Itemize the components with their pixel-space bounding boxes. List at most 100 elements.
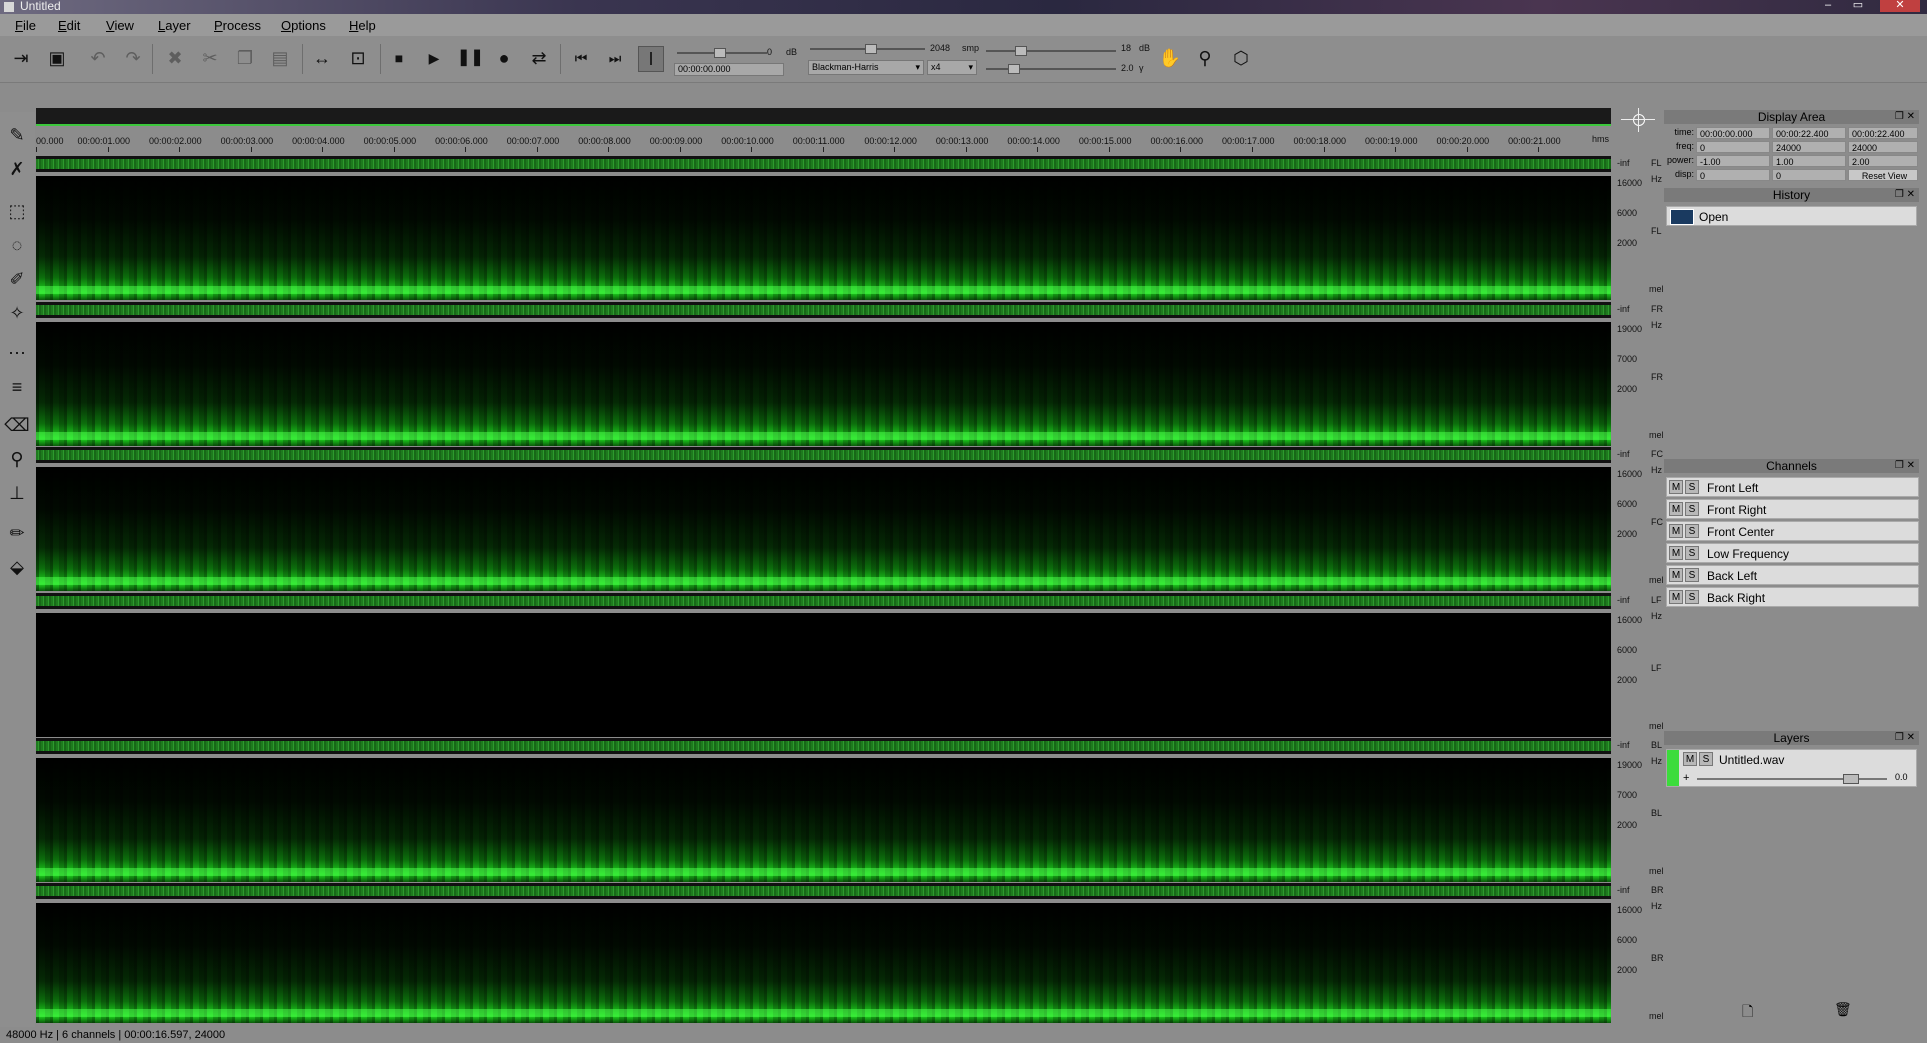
stamp-icon[interactable]: ⊥: [4, 480, 30, 506]
panel-close-icon[interactable]: ❐ ✕: [1895, 731, 1915, 745]
channel-mute-button[interactable]: M: [1669, 590, 1683, 604]
channel-solo-button[interactable]: S: [1685, 502, 1699, 516]
layer-solo-button[interactable]: S: [1699, 752, 1713, 766]
harmonic-select-icon[interactable]: ⋯: [4, 340, 30, 366]
time-zoom-icon[interactable]: ↔: [310, 46, 334, 70]
channel-row[interactable]: M S Back Left: [1666, 565, 1919, 585]
menu-file[interactable]: File: [15, 18, 36, 33]
position-field[interactable]: 00:00:00.000: [674, 63, 784, 76]
stop-icon[interactable]: ■: [387, 46, 411, 70]
time-ruler[interactable]: hms 00.000 00:00:01.000 00:00:02.000 00:00:…: [36, 134, 1611, 152]
channel-solo-button[interactable]: S: [1685, 590, 1699, 604]
waveform-fc[interactable]: [36, 447, 1611, 463]
da-freq-start[interactable]: 0: [1696, 141, 1770, 153]
cursor-tool-icon[interactable]: I: [638, 46, 664, 72]
menu-help[interactable]: Help: [349, 18, 376, 33]
save-icon[interactable]: ▣: [45, 46, 69, 70]
menu-options[interactable]: Options: [281, 18, 326, 33]
da-disp-value-1[interactable]: 0: [1696, 169, 1770, 181]
panel-close-icon[interactable]: ❐ ✕: [1895, 188, 1915, 202]
channel-mute-button[interactable]: M: [1669, 524, 1683, 538]
channel-solo-button[interactable]: S: [1685, 524, 1699, 538]
panel-close-icon[interactable]: ❐ ✕: [1895, 110, 1915, 124]
da-power-end[interactable]: 1.00: [1772, 155, 1846, 167]
da-power-span[interactable]: 2.00: [1848, 155, 1918, 167]
range-slider-knob[interactable]: [1015, 46, 1027, 56]
skip-end-icon[interactable]: ⏭: [603, 46, 627, 70]
paste-icon[interactable]: ▤: [268, 46, 292, 70]
channel-solo-button[interactable]: S: [1685, 546, 1699, 560]
skip-start-icon[interactable]: ⏮: [569, 46, 593, 70]
channel-row[interactable]: M S Back Right: [1666, 587, 1919, 607]
waveform-br[interactable]: [36, 883, 1611, 899]
fft-size-slider-knob[interactable]: [865, 44, 877, 54]
waveform-bl[interactable]: [36, 738, 1611, 754]
minimize-button[interactable]: –: [1813, 0, 1843, 12]
spectrogram-lf[interactable]: [36, 613, 1611, 737]
reset-view-button[interactable]: Reset View: [1848, 169, 1918, 181]
channel-mute-button[interactable]: M: [1669, 546, 1683, 560]
waveform-fr[interactable]: [36, 302, 1611, 318]
new-layer-icon[interactable]: 🗋: [1742, 1001, 1753, 1025]
history-item[interactable]: Open: [1666, 206, 1917, 226]
spectrogram-fc[interactable]: [36, 467, 1611, 591]
brush-select-icon[interactable]: ✐: [4, 266, 30, 292]
open-file-icon[interactable]: ⇥: [9, 46, 33, 70]
da-time-span[interactable]: 00:00:22.400: [1848, 127, 1918, 139]
waveform-lf[interactable]: [36, 593, 1611, 609]
delete-layer-icon[interactable]: 🗑: [1834, 1001, 1852, 1018]
window-function-select[interactable]: Blackman-Harris ▾: [808, 60, 924, 75]
spectrogram-bl[interactable]: [36, 758, 1611, 882]
maximize-button[interactable]: ▭: [1843, 0, 1873, 12]
close-button[interactable]: ✕: [1880, 0, 1920, 12]
gamma-slider-knob[interactable]: [1008, 64, 1020, 74]
layer-row[interactable]: M S Untitled.wav + 0.0: [1666, 749, 1917, 787]
da-disp-value-2[interactable]: 0: [1772, 169, 1846, 181]
layer-gain-knob[interactable]: [1843, 774, 1859, 784]
spectrogram-br[interactable]: [36, 903, 1611, 1023]
loop-icon[interactable]: ⇄: [527, 46, 551, 70]
layer-expand-button[interactable]: +: [1683, 772, 1689, 784]
record-icon[interactable]: ●: [492, 46, 516, 70]
3d-view-icon[interactable]: ⬡: [1229, 46, 1253, 70]
eraser-icon[interactable]: ⌫: [4, 412, 30, 438]
channel-row[interactable]: M S Front Right: [1666, 499, 1919, 519]
hand-tool-icon[interactable]: ✋: [1158, 46, 1182, 70]
volume-slider-knob[interactable]: [714, 48, 726, 58]
lasso-icon[interactable]: ◌: [4, 232, 30, 258]
channel-mute-button[interactable]: M: [1669, 568, 1683, 582]
cut-icon[interactable]: ✂: [198, 46, 222, 70]
da-power-start[interactable]: -1.00: [1696, 155, 1770, 167]
overview-strip[interactable]: [36, 108, 1611, 126]
gamma-slider[interactable]: [986, 68, 1116, 70]
channel-row[interactable]: M S Low Frequency: [1666, 543, 1919, 563]
spectrogram-fl[interactable]: [36, 176, 1611, 300]
overlap-select[interactable]: x4 ▾: [927, 60, 977, 75]
magnifier-icon[interactable]: ⚲: [4, 446, 30, 472]
eyedropper-icon[interactable]: ✎: [4, 122, 30, 148]
menu-edit[interactable]: Edit: [58, 18, 80, 33]
panel-close-icon[interactable]: ❐ ✕: [1895, 459, 1915, 473]
spectrogram-fr[interactable]: [36, 322, 1611, 446]
spectrum-tool-icon[interactable]: ✗: [4, 156, 30, 182]
da-freq-span[interactable]: 24000: [1848, 141, 1918, 153]
zoom-tool-icon[interactable]: ⚲: [1193, 46, 1217, 70]
range-slider[interactable]: [986, 50, 1116, 52]
overtone-select-icon[interactable]: ≡: [4, 374, 30, 400]
layer-mute-button[interactable]: M: [1683, 752, 1697, 766]
undo-icon[interactable]: ↶: [86, 46, 110, 70]
menu-layer[interactable]: Layer: [158, 18, 191, 33]
view-crosshair-icon[interactable]: [1611, 108, 1662, 148]
rect-select-icon[interactable]: ⬚: [4, 198, 30, 224]
redo-icon[interactable]: ↷: [121, 46, 145, 70]
da-time-start[interactable]: 00:00:00.000: [1696, 127, 1770, 139]
channel-row[interactable]: M S Front Left: [1666, 477, 1919, 497]
channel-row[interactable]: M S Front Center: [1666, 521, 1919, 541]
pause-icon[interactable]: ❚❚: [457, 46, 484, 70]
waveform-fl[interactable]: [36, 156, 1611, 172]
delete-icon[interactable]: ✖: [163, 46, 187, 70]
play-icon[interactable]: ▶: [422, 46, 446, 70]
menu-view[interactable]: View: [106, 18, 134, 33]
fill-icon[interactable]: ⬙: [4, 554, 30, 580]
channel-solo-button[interactable]: S: [1685, 480, 1699, 494]
